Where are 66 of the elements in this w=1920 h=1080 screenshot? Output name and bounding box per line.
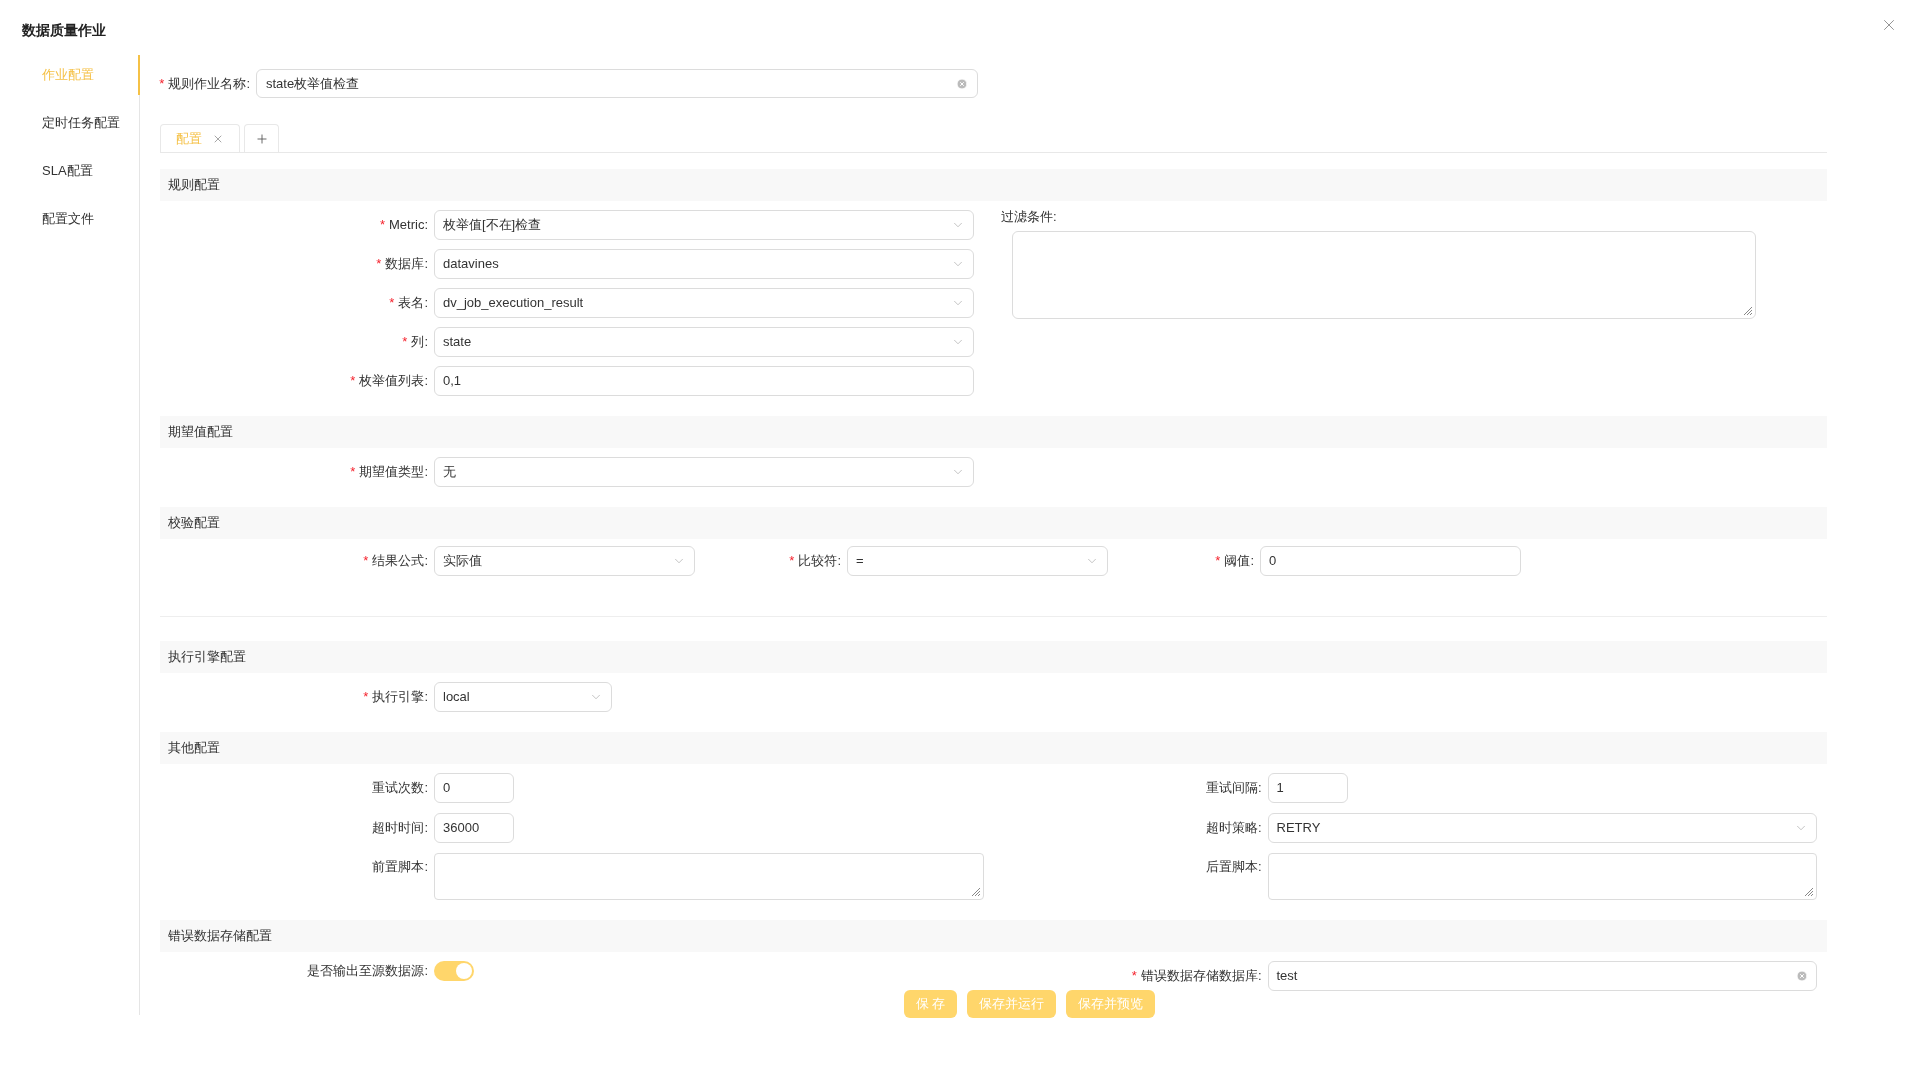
- input-field[interactable]: 0: [434, 773, 514, 803]
- clear-icon[interactable]: [956, 77, 968, 90]
- plus-icon: [254, 131, 269, 146]
- field-label: 过滤条件:: [1001, 208, 1058, 226]
- required-asterisk: *: [363, 688, 369, 707]
- select-field[interactable]: state: [434, 327, 974, 357]
- section-header: 其他配置: [160, 732, 1827, 764]
- required-asterisk: *: [379, 216, 385, 235]
- toggle-switch[interactable]: [434, 961, 474, 981]
- field-label: 期望值类型:: [359, 463, 428, 482]
- field-label: 是否输出至源数据源:: [307, 962, 428, 981]
- section-header: 执行引擎配置: [160, 641, 1827, 673]
- select-field[interactable]: RETRY: [1267, 813, 1817, 843]
- field-label: 重试次数:: [372, 779, 428, 798]
- field-label: 枚举值列表:: [359, 372, 428, 391]
- select-field[interactable]: local: [434, 682, 612, 712]
- resize-handle-icon[interactable]: [1743, 305, 1753, 316]
- field-label: 执行引擎:: [372, 688, 428, 707]
- input-field[interactable]: test: [1267, 961, 1817, 991]
- field-label: 结果公式:: [372, 552, 428, 571]
- field-label: 超时时间:: [372, 819, 428, 838]
- input-field[interactable]: 1: [1267, 773, 1348, 803]
- required-asterisk: *: [402, 333, 408, 352]
- required-asterisk: *: [1215, 552, 1221, 571]
- section-header: 错误数据存储配置: [160, 920, 1827, 952]
- sidebar-item[interactable]: 定时任务配置: [0, 103, 140, 143]
- field-label: 前置脚本:: [372, 858, 428, 876]
- field-label: 数据库:: [385, 255, 428, 274]
- required-asterisk: *: [1131, 967, 1137, 986]
- sidebar-item[interactable]: 配置文件: [0, 199, 140, 239]
- required-asterisk: *: [350, 463, 356, 482]
- required-asterisk: *: [376, 255, 382, 274]
- field-label: 列:: [411, 333, 428, 352]
- section-header: 校验配置: [160, 507, 1827, 539]
- field-label: Metric:: [389, 216, 428, 235]
- field-label: 后置脚本:: [1205, 858, 1262, 876]
- add-tab-button[interactable]: [244, 124, 279, 152]
- input-field[interactable]: 36000: [434, 813, 514, 843]
- required-asterisk: *: [789, 552, 795, 571]
- input-field[interactable]: state枚举值检查: [256, 69, 978, 98]
- input-field[interactable]: 0: [1260, 546, 1521, 576]
- select-field[interactable]: =: [847, 546, 1108, 576]
- field-label: 比较符:: [798, 552, 841, 571]
- dialog-title: 数据质量作业: [22, 21, 106, 40]
- input-field[interactable]: 0,1: [434, 366, 974, 396]
- field-label: 规则作业名称:: [168, 74, 250, 93]
- select-field[interactable]: 无: [434, 457, 974, 487]
- field-label: 错误数据存储数据库:: [1140, 967, 1262, 986]
- select-field[interactable]: dv_job_execution_result: [434, 288, 974, 318]
- field-label: 超时策略:: [1205, 819, 1262, 838]
- field-label: 阈值:: [1224, 552, 1254, 571]
- clear-icon[interactable]: [1796, 970, 1808, 982]
- required-asterisk: *: [350, 372, 356, 391]
- section-header: 期望值配置: [160, 416, 1827, 448]
- field-label: 重试间隔:: [1205, 779, 1262, 798]
- section-header: 规则配置: [160, 169, 1827, 201]
- select-field[interactable]: 实际值: [434, 546, 695, 576]
- resize-handle-icon[interactable]: [970, 887, 981, 897]
- field-label: 表名:: [398, 294, 428, 313]
- sidebar-item[interactable]: SLA配置: [0, 151, 140, 191]
- resize-handle-icon[interactable]: [1804, 887, 1814, 897]
- required-asterisk: *: [389, 294, 395, 313]
- select-field[interactable]: 枚举值[不在]检查: [434, 210, 974, 240]
- select-field[interactable]: datavines: [434, 249, 974, 279]
- required-asterisk: *: [363, 552, 369, 571]
- required-asterisk: *: [159, 74, 165, 93]
